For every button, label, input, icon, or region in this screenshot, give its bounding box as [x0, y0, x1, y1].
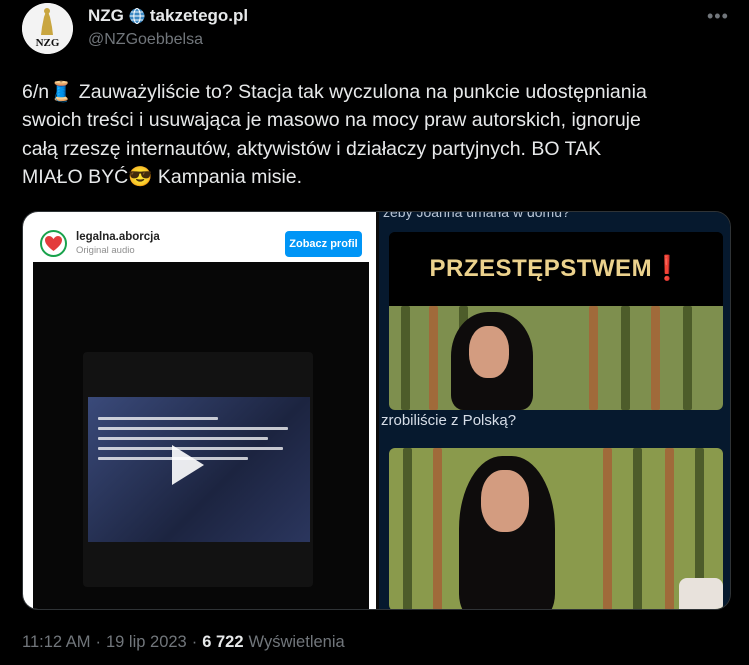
views-count: 6 722 — [202, 633, 244, 651]
mid-caption: zrobiliście z Polską? — [381, 412, 517, 429]
interview-scene — [389, 306, 723, 410]
banner-text: PRZESTĘPSTWEM❗ — [389, 254, 723, 283]
globe-icon — [129, 8, 145, 24]
instagram-video — [33, 262, 369, 609]
nzg-logo-icon: NZG — [22, 3, 73, 54]
instagram-audio-label: Original audio — [76, 245, 135, 256]
more-options-icon[interactable]: ••• — [707, 6, 729, 27]
bamboo-stalk — [433, 448, 442, 609]
views-label: Wyświetlenia — [248, 633, 345, 651]
tv-clip-bottom — [389, 448, 723, 609]
media-grid[interactable]: legalna.aborcja Original audio Zobacz pr… — [22, 211, 731, 610]
media-image-tv-clips[interactable]: żeby Joanna umarła w domu? PRZESTĘPSTWEM… — [379, 211, 730, 609]
banner-word: PRZESTĘPSTWEM — [429, 255, 653, 282]
video-slide — [88, 397, 310, 542]
tv-clip-top: PRZESTĘPSTWEM❗ — [389, 232, 723, 410]
interview-scene — [389, 448, 723, 609]
slide-text-line — [98, 427, 288, 430]
tweet-meta: 11:12 AM · 19 lip 2023 · 6 722 Wyświetle… — [22, 633, 345, 652]
tweet-text-line: swoich treści i usuwająca je masowo na m… — [22, 109, 641, 132]
bamboo-stalk — [683, 306, 692, 410]
slide-text-line — [98, 437, 268, 440]
display-name-site[interactable]: takzetego.pl — [150, 6, 248, 26]
tweet-date[interactable]: 19 lip 2023 — [106, 633, 187, 652]
avatar[interactable]: NZG — [22, 3, 73, 54]
exclamation-icon: ❗ — [652, 255, 683, 282]
instagram-username: legalna.aborcja — [76, 231, 160, 243]
video-frame — [83, 352, 313, 587]
person-face — [469, 326, 509, 378]
display-name[interactable]: NZG — [88, 6, 124, 26]
meta-separator: · — [95, 633, 102, 651]
heart-logo-icon — [45, 236, 62, 251]
bamboo-stalk — [621, 306, 630, 410]
tweet-text: 6/n🧵 Zauważyliście to? Stacja tak wyczul… — [22, 78, 734, 191]
bamboo-stalk — [589, 306, 598, 410]
bamboo-stalk — [633, 448, 642, 609]
banner: PRZESTĘPSTWEM❗ — [389, 232, 723, 306]
instagram-header: legalna.aborcja Original audio Zobacz pr… — [33, 220, 369, 268]
top-caption: żeby Joanna umarła w domu? — [383, 211, 570, 220]
media-image-instagram[interactable]: legalna.aborcja Original audio Zobacz pr… — [23, 212, 376, 609]
tweet-text-line: MIAŁO BYĆ😎 Kampania misie. — [22, 165, 303, 188]
slide-text-line — [98, 417, 218, 420]
sofa-cushion — [679, 578, 723, 609]
bamboo-stalk — [665, 448, 674, 609]
tweet-time[interactable]: 11:12 AM — [22, 633, 91, 652]
view-profile-button: Zobacz profil — [285, 231, 362, 257]
bamboo-stalk — [429, 306, 438, 410]
bamboo-stalk — [651, 306, 660, 410]
tweet-text-line: całą rzeszę internautów, aktywistów i dz… — [22, 137, 602, 160]
bamboo-stalk — [403, 448, 412, 609]
meta-separator: · — [191, 633, 198, 651]
bamboo-stalk — [603, 448, 612, 609]
author-name-row[interactable]: NZG takzetego.pl — [88, 6, 248, 26]
person-face — [481, 470, 529, 532]
bamboo-stalk — [401, 306, 410, 410]
avatar-text: NZG — [36, 37, 60, 49]
user-handle[interactable]: @NZGoebbelsa — [88, 31, 203, 49]
tweet-text-line: 6/n🧵 Zauważyliście to? Stacja tak wyczul… — [22, 81, 647, 103]
play-icon — [172, 445, 204, 485]
instagram-avatar — [40, 230, 67, 257]
